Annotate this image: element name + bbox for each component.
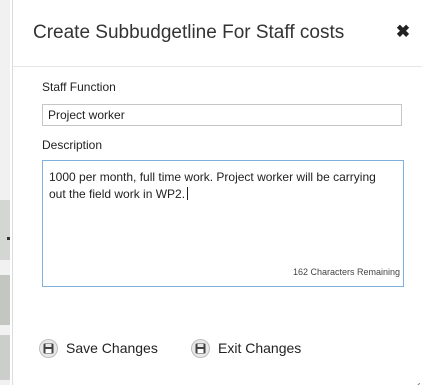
text-caret [187, 187, 189, 200]
save-changes-label: Save Changes [66, 340, 158, 356]
background-mark [0, 335, 10, 380]
staff-function-label: Staff Function [42, 80, 116, 94]
save-changes-button[interactable]: Save Changes [39, 337, 158, 359]
background-mark [0, 200, 10, 260]
description-value: 1000 per month, full time work. Project … [49, 170, 376, 201]
exit-changes-label: Exit Changes [218, 340, 302, 356]
page: Create Subbudgetline For Staff costs ✖ S… [0, 0, 422, 385]
background-mark [0, 275, 10, 325]
description-label: Description [42, 138, 103, 152]
create-subbudgetline-dialog: Create Subbudgetline For Staff costs ✖ S… [12, 0, 422, 385]
characters-remaining: 162 Characters Remaining [292, 267, 400, 277]
description-text: 1000 per month, full time work. Project … [49, 169, 394, 203]
floppy-disk-icon [39, 338, 58, 358]
dialog-header: Create Subbudgetline For Staff costs ✖ [13, 0, 422, 67]
exit-changes-button[interactable]: Exit Changes [191, 337, 301, 359]
dialog-title: Create Subbudgetline For Staff costs [33, 22, 345, 43]
description-textarea[interactable]: 1000 per month, full time work. Project … [42, 160, 404, 287]
background-page-strip [0, 0, 10, 385]
resize-grip-icon[interactable] [414, 376, 421, 385]
close-icon[interactable]: ✖ [393, 22, 413, 42]
floppy-disk-icon [191, 338, 210, 358]
background-tick [7, 237, 10, 240]
staff-function-input[interactable]: Project worker [42, 104, 402, 126]
